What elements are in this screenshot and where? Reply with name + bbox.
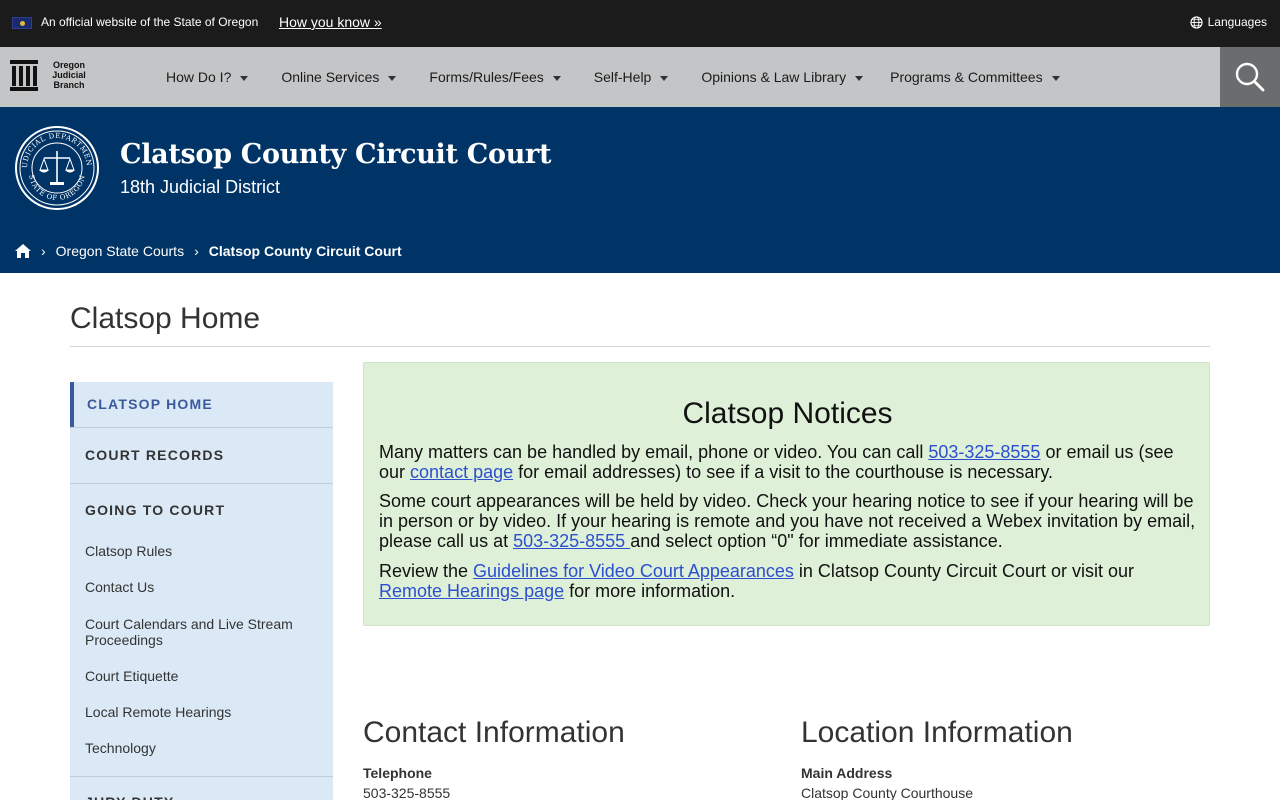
nav-label: How Do I? (166, 69, 232, 85)
caret-down-icon (388, 75, 397, 81)
notice-paragraph-2: Some court appearances will be held by v… (379, 491, 1199, 551)
judicial-seal-icon: JUDICIAL DEPARTMENT STATE OF OREGON (14, 125, 99, 210)
sidebar-link-court-etiquette[interactable]: Court Etiquette (85, 668, 315, 684)
logo-line-1: Oregon (52, 60, 85, 70)
main-address-value: Clatsop County Courthouse (801, 785, 973, 800)
search-button[interactable] (1220, 47, 1280, 107)
search-icon (1235, 62, 1265, 92)
nav-programs-committees[interactable]: Programs & Committees (890, 69, 1060, 85)
notice-text: for more information. (564, 581, 736, 601)
nav-menu: How Do I? Online Services Forms/Rules/Fe… (166, 47, 1060, 107)
sidebar-item-going-to-court[interactable]: GOING TO COURT (70, 484, 333, 536)
sidebar-link-court-calendars[interactable]: Court Calendars and Live Stream Proceedi… (85, 616, 315, 648)
breadcrumb-oregon-state-courts[interactable]: Oregon State Courts (56, 243, 184, 259)
nav-label: Programs & Committees (890, 69, 1043, 85)
court-title: Clatsop County Circuit Court (120, 139, 552, 170)
contact-page-link[interactable]: contact page (410, 462, 513, 482)
oregon-flag-icon (12, 17, 32, 29)
sidebar-link-clatsop-rules[interactable]: Clatsop Rules (85, 543, 315, 559)
how-you-know-link[interactable]: How you know » (279, 14, 382, 30)
video-guidelines-link[interactable]: Guidelines for Video Court Appearances (473, 561, 794, 581)
notice-text: for email addresses) to see if a visit t… (513, 462, 1054, 482)
caret-down-icon (1051, 75, 1060, 81)
languages-button[interactable]: Languages (1189, 15, 1267, 29)
breadcrumb-current: Clatsop County Circuit Court (208, 243, 402, 259)
main-address-label: Main Address (801, 765, 893, 781)
courthouse-icon (10, 60, 38, 91)
caret-down-icon (240, 75, 249, 81)
home-icon[interactable] (15, 244, 31, 258)
sidebar-link-technology[interactable]: Technology (85, 740, 315, 756)
court-hero: JUDICIAL DEPARTMENT STATE OF OREGON Clat… (0, 107, 1280, 273)
caret-down-icon (660, 75, 669, 81)
telephone-label: Telephone (363, 765, 432, 781)
sidebar-item-court-records[interactable]: COURT RECORDS (70, 428, 333, 483)
ojd-logo[interactable]: Oregon Judicial Branch (9, 58, 93, 92)
logo-text: Oregon Judicial Branch (45, 60, 93, 90)
chevron-right-icon: › (194, 243, 199, 259)
nav-self-help[interactable]: Self-Help (594, 69, 669, 85)
contact-heading: Contact Information (363, 716, 625, 749)
remote-hearings-link[interactable]: Remote Hearings page (379, 581, 564, 601)
page-title: Clatsop Home (70, 302, 261, 335)
breadcrumb: › Oregon State Courts › Clatsop County C… (15, 243, 402, 259)
sidebar-nav: CLATSOP HOME COURT RECORDS GOING TO COUR… (70, 382, 333, 800)
phone-link[interactable]: 503-325-8555 (928, 442, 1040, 462)
nav-opinions-law-library[interactable]: Opinions & Law Library (701, 69, 864, 85)
title-divider (70, 346, 1210, 347)
notice-text: Many matters can be handled by email, ph… (379, 442, 929, 462)
notice-text: Review the (379, 561, 474, 581)
notice-paragraph-3: Review the Guidelines for Video Court Ap… (379, 561, 1199, 601)
nav-forms-rules-fees[interactable]: Forms/Rules/Fees (429, 69, 561, 85)
notice-text: and select option “0" for immediate assi… (630, 531, 1003, 551)
logo-line-2: Judicial (52, 70, 86, 80)
caret-down-icon (552, 75, 561, 81)
main-navbar: Oregon Judicial Branch How Do I? Online … (0, 47, 1280, 107)
notice-text: in Clatsop County Circuit Court or visit… (793, 561, 1135, 581)
nav-label: Online Services (281, 69, 380, 85)
nav-how-do-i[interactable]: How Do I? (166, 69, 249, 85)
caret-down-icon (855, 75, 864, 81)
official-banner: An official website of the State of Oreg… (0, 0, 1280, 47)
nav-online-services[interactable]: Online Services (281, 69, 397, 85)
sidebar-item-jury-duty[interactable]: JURY DUTY (70, 792, 333, 800)
notices-title: Clatsop Notices (682, 397, 893, 430)
sidebar-link-local-remote-hearings[interactable]: Local Remote Hearings (85, 704, 315, 720)
location-heading: Location Information (801, 716, 1073, 749)
nav-label: Forms/Rules/Fees (429, 69, 544, 85)
notices-panel: Clatsop Notices Many matters can be hand… (363, 362, 1210, 626)
nav-label: Self-Help (593, 69, 652, 85)
telephone-value[interactable]: 503-325-8555 (363, 785, 450, 800)
sidebar-item-clatsop-home[interactable]: CLATSOP HOME (70, 382, 333, 427)
judicial-district: 18th Judicial District (120, 177, 281, 197)
nav-label: Opinions & Law Library (701, 69, 847, 85)
sidebar-divider (70, 776, 333, 777)
logo-line-3: Branch (53, 80, 85, 90)
chevron-right-icon: › (41, 243, 46, 259)
phone-link[interactable]: 503-325-8555 (513, 531, 630, 551)
notice-paragraph-1: Many matters can be handled by email, ph… (379, 442, 1199, 482)
globe-icon (1189, 15, 1203, 29)
languages-label: Languages (1207, 15, 1267, 29)
official-text: An official website of the State of Oreg… (41, 15, 259, 29)
sidebar-link-contact-us[interactable]: Contact Us (85, 579, 315, 595)
